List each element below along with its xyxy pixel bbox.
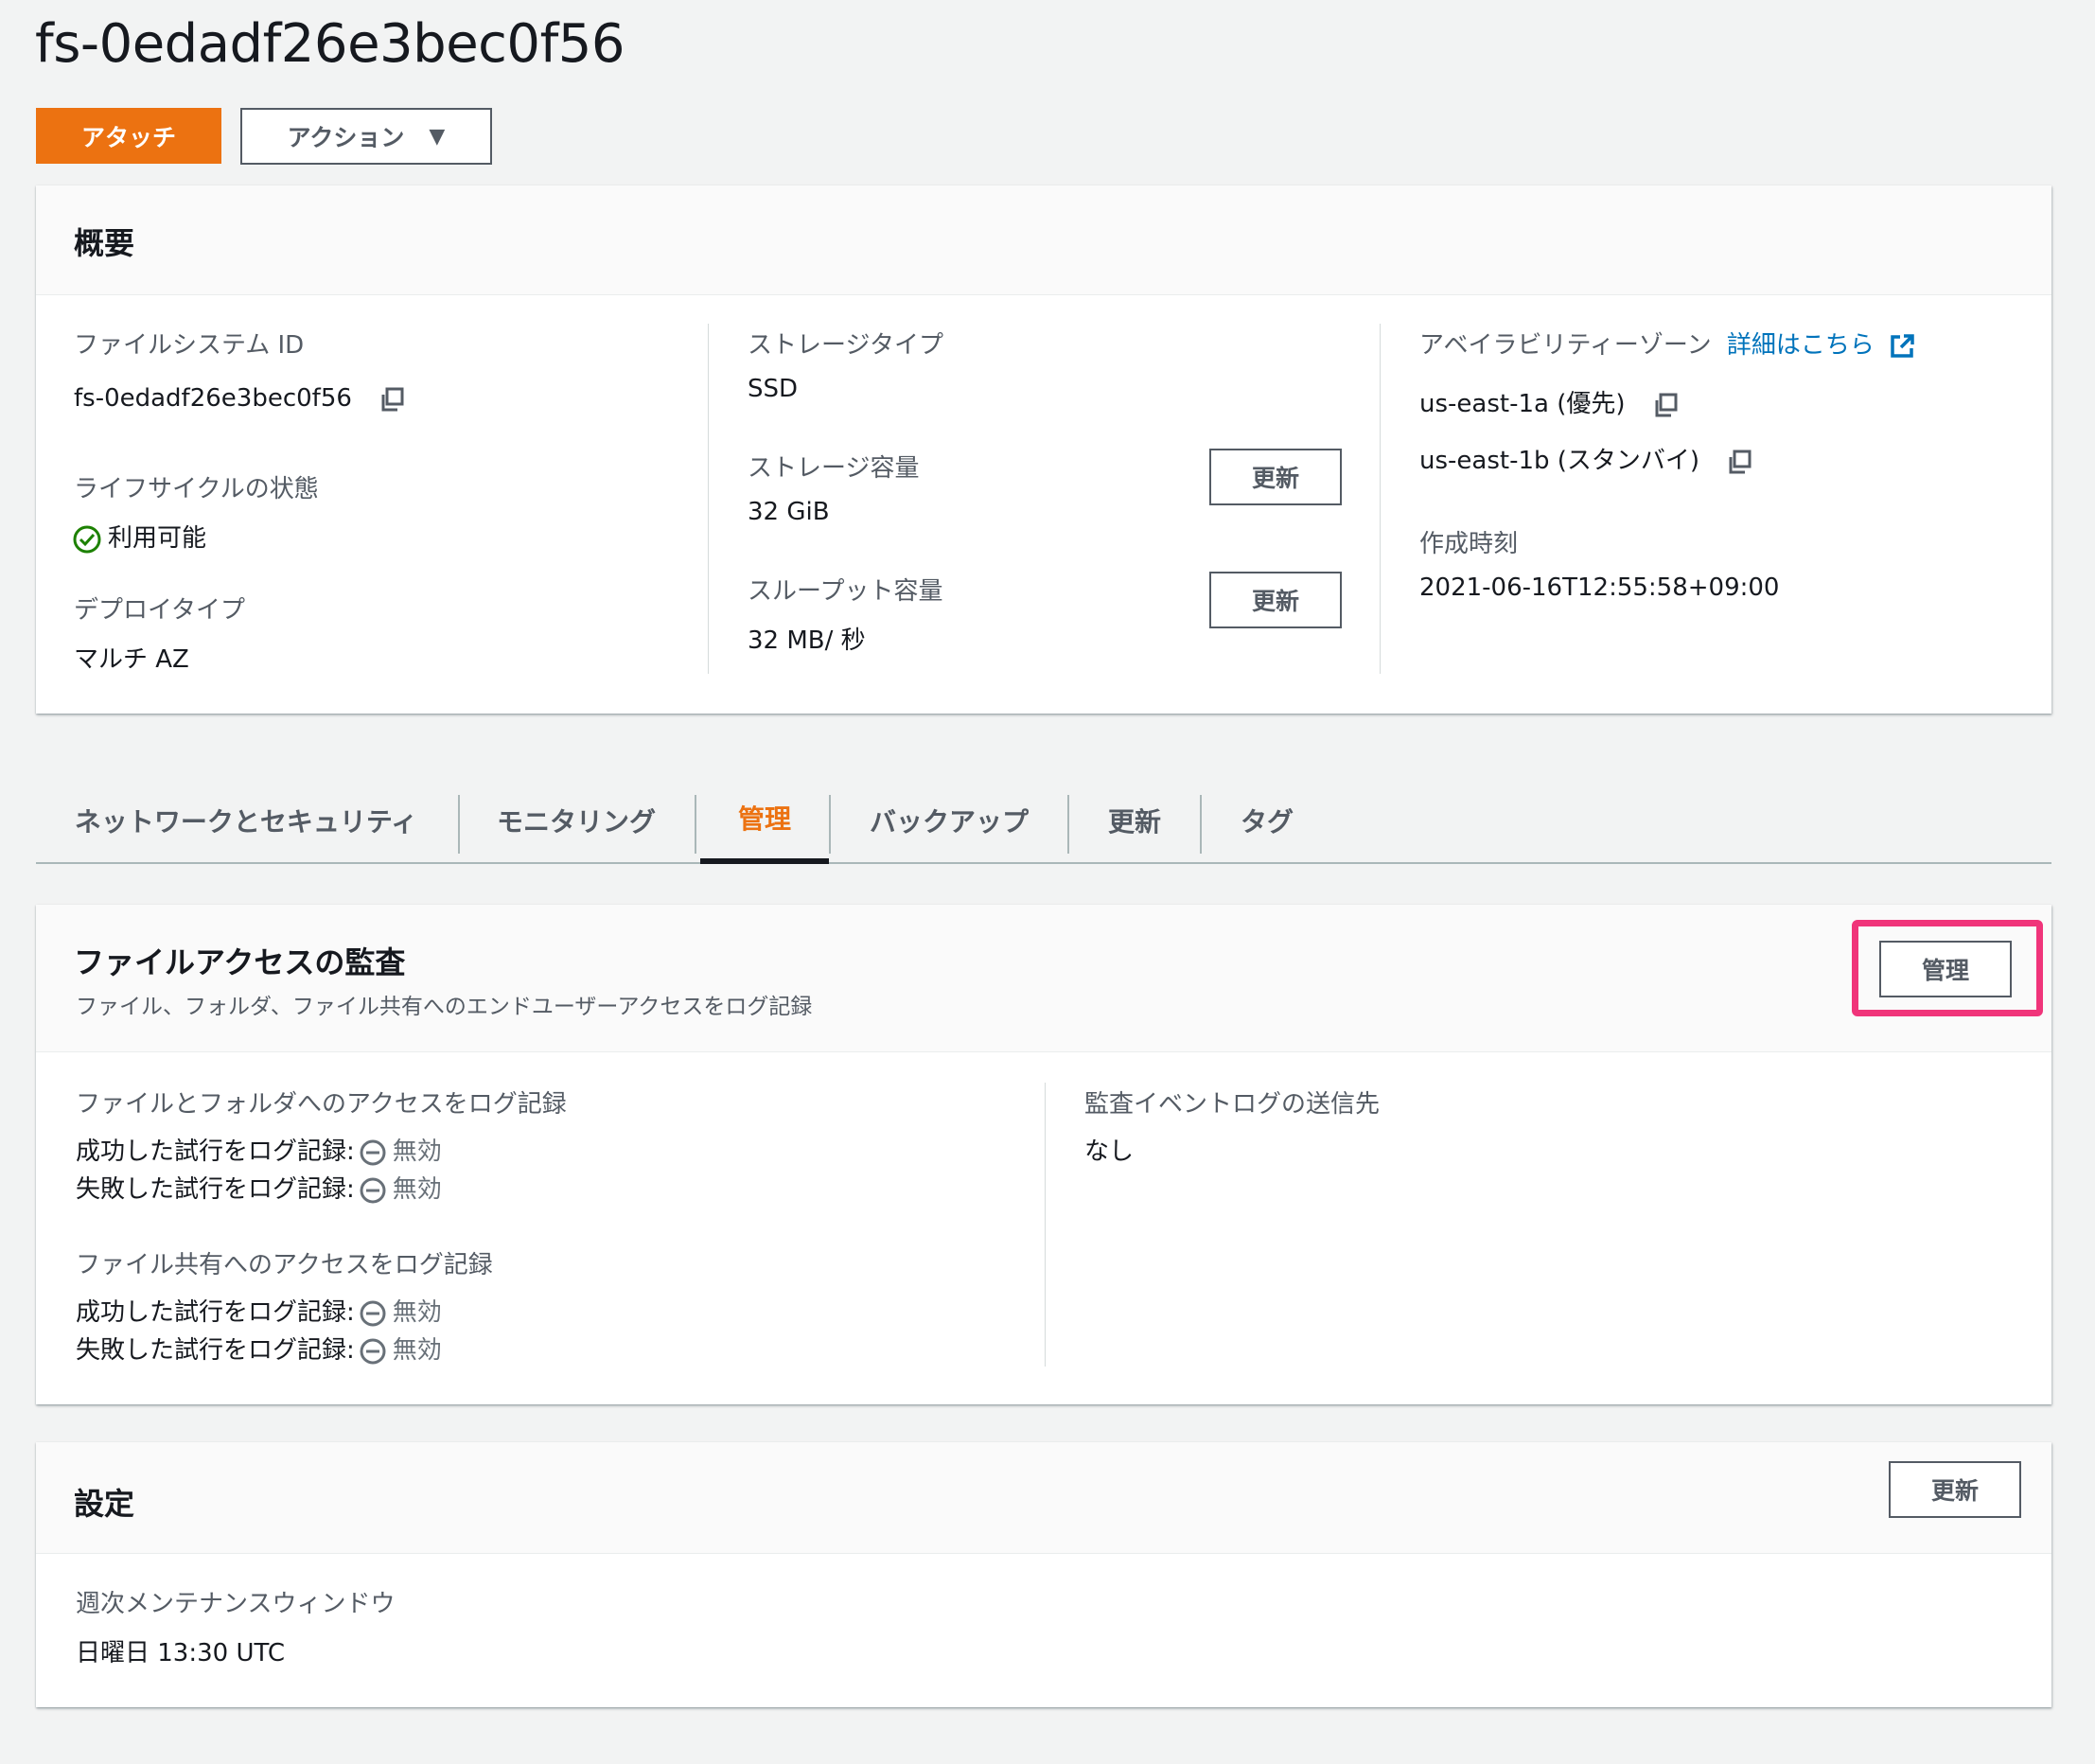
files-failure-row: 失敗した試行をログ記録: 無効 — [76, 1170, 442, 1205]
copy-icon[interactable] — [1726, 449, 1752, 475]
settings-title: 設定 — [74, 1486, 135, 1522]
tab-updates[interactable]: 更新 — [1069, 776, 1200, 864]
maintenance-window-value: 日曜日 13:30 UTC — [76, 1639, 286, 1667]
audit-subtitle: ファイル、フォルダ、ファイル共有へのエンドユーザーアクセスをログ記録 — [76, 995, 813, 1019]
throughput-label: スループット容量 — [748, 577, 943, 606]
tab-network-security[interactable]: ネットワークとセキュリティ — [36, 776, 456, 864]
settings-header: 設定 更新 — [36, 1442, 2051, 1554]
actions-dropdown[interactable]: アクション ▼ — [240, 108, 492, 165]
log-destination-label: 監査イベントログの送信先 — [1084, 1090, 1381, 1119]
overview-panel: 概要 ファイルシステム ID fs-0edadf26e3bec0f56 ライフサ… — [36, 185, 2051, 714]
disabled-icon — [360, 1177, 386, 1203]
files-folders-label: ファイルとフォルダへのアクセスをログ記録 — [76, 1090, 567, 1119]
divider — [708, 324, 709, 674]
throughput-value: 32 MB/ 秒 — [748, 626, 866, 655]
manage-button-highlight — [1852, 920, 2043, 1016]
divider — [1380, 324, 1381, 674]
overview-header: 概要 — [36, 185, 2051, 295]
storage-capacity-label: ストレージ容量 — [748, 454, 920, 483]
attach-button[interactable]: アタッチ — [36, 108, 221, 164]
az-learn-more-link[interactable]: 詳細はこちら — [1727, 331, 1875, 360]
shares-failure-row: 失敗した試行をログ記録: 無効 — [76, 1331, 442, 1366]
tab-monitoring[interactable]: モニタリング — [460, 776, 693, 864]
overview-title: 概要 — [74, 225, 135, 261]
files-success-status: 無効 — [392, 1138, 442, 1166]
files-success-row: 成功した試行をログ記録: 無効 — [76, 1132, 442, 1167]
update-throughput-button[interactable]: 更新 — [1209, 572, 1342, 628]
tab-administration[interactable]: 管理 — [700, 776, 829, 864]
audit-title: ファイルアクセスの監査 — [74, 944, 406, 980]
file-access-audit-panel: ファイルアクセスの監査 ファイル、フォルダ、ファイル共有へのエンドユーザーアクセ… — [36, 905, 2051, 1404]
storage-capacity-value: 32 GiB — [748, 498, 830, 526]
fs-id-text: fs-0edadf26e3bec0f56 — [74, 384, 352, 413]
check-circle-icon — [73, 525, 101, 553]
tab-separator — [695, 795, 696, 854]
az-label-text: アベイラビリティーゾーン — [1419, 331, 1712, 360]
actions-label: アクション — [287, 124, 405, 151]
shares-success-row: 成功した試行をログ記録: 無効 — [76, 1293, 442, 1328]
az-primary-value: us-east-1a (優先) — [1419, 384, 1679, 419]
az-label: アベイラビリティーゾーン 詳細はこちら — [1419, 326, 1916, 361]
tab-tags[interactable]: タグ — [1202, 776, 1332, 864]
copy-icon[interactable] — [379, 386, 405, 413]
created-value: 2021-06-16T12:55:58+09:00 — [1419, 573, 1780, 602]
deploy-value: マルチ AZ — [74, 645, 189, 674]
external-link-icon[interactable] — [1888, 332, 1916, 361]
storage-type-value: SSD — [748, 375, 799, 403]
copy-icon[interactable] — [1652, 392, 1679, 418]
lifecycle-text: 利用可能 — [108, 524, 207, 553]
caret-down-icon: ▼ — [429, 124, 446, 149]
fs-id-value: fs-0edadf26e3bec0f56 — [74, 384, 405, 413]
disabled-icon — [360, 1139, 386, 1165]
shares-failure-label: 失敗した試行をログ記録: — [76, 1336, 355, 1365]
disabled-icon — [360, 1338, 386, 1364]
update-settings-button[interactable]: 更新 — [1889, 1461, 2021, 1518]
disabled-icon — [360, 1300, 386, 1326]
file-shares-label: ファイル共有へのアクセスをログ記録 — [76, 1251, 493, 1279]
shares-failure-status: 無効 — [392, 1336, 442, 1365]
shares-success-label: 成功した試行をログ記録: — [76, 1298, 355, 1327]
files-failure-status: 無効 — [392, 1175, 442, 1204]
update-storage-button[interactable]: 更新 — [1209, 449, 1342, 505]
page-title: fs-0edadf26e3bec0f56 — [35, 13, 625, 75]
created-label: 作成時刻 — [1419, 530, 1519, 558]
maintenance-window-label: 週次メンテナンスウィンドウ — [76, 1590, 396, 1618]
tab-backup[interactable]: バックアップ — [831, 776, 1067, 864]
az-primary-text: us-east-1a (優先) — [1419, 390, 1626, 418]
settings-panel: 設定 更新 週次メンテナンスウィンドウ 日曜日 13:30 UTC — [36, 1442, 2051, 1707]
storage-type-label: ストレージタイプ — [748, 331, 943, 360]
files-failure-label: 失敗した試行をログ記録: — [76, 1175, 355, 1204]
files-success-label: 成功した試行をログ記録: — [76, 1138, 355, 1166]
lifecycle-label: ライフサイクルの状態 — [74, 475, 319, 503]
log-destination-value: なし — [1084, 1138, 1135, 1166]
az-standby-value: us-east-1b (スタンバイ) — [1419, 441, 1752, 476]
audit-header: ファイルアクセスの監査 ファイル、フォルダ、ファイル共有へのエンドユーザーアクセ… — [36, 905, 2051, 1052]
fs-id-label: ファイルシステム ID — [74, 331, 305, 360]
lifecycle-value: 利用可能 — [72, 519, 206, 555]
az-standby-text: us-east-1b (スタンバイ) — [1419, 447, 1700, 475]
divider — [1045, 1083, 1046, 1367]
tab-bar: ネットワークとセキュリティ モニタリング 管理 バックアップ 更新 タグ — [36, 776, 2051, 864]
deploy-label: デプロイタイプ — [74, 596, 245, 625]
shares-success-status: 無効 — [392, 1298, 442, 1327]
